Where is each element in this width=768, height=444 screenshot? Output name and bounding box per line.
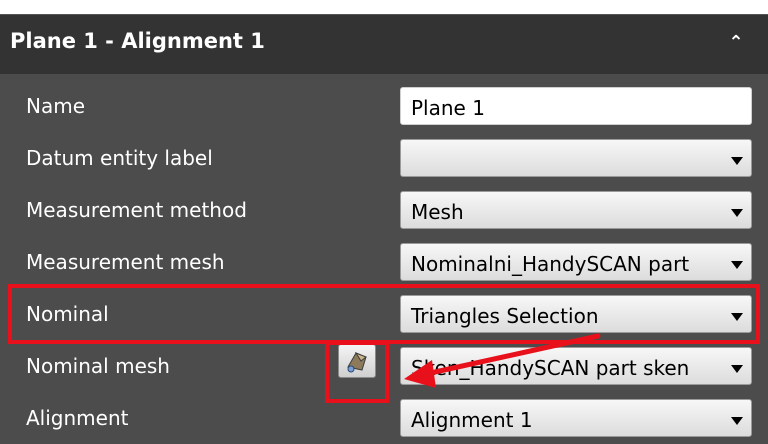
red-arrow-icon bbox=[404, 333, 601, 388]
properties-panel: Plane 1 - Alignment 1 ⌃ Name Plane 1 Dat… bbox=[0, 0, 768, 444]
